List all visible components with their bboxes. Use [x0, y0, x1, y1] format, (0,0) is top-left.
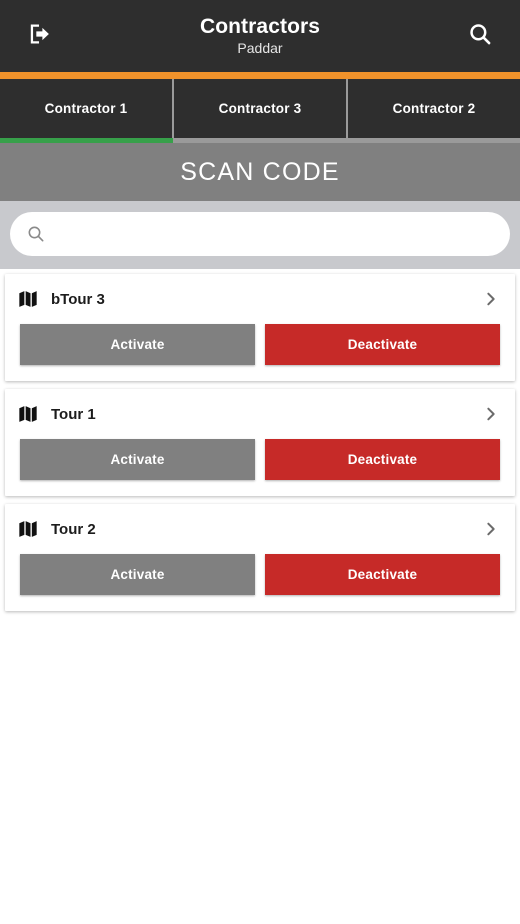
scan-code-button[interactable]: SCAN CODE [0, 143, 520, 201]
map-icon [17, 518, 39, 540]
accent-bar [0, 72, 520, 79]
list-item: Tour 2 Activate Deactivate [5, 504, 515, 611]
tour-title: bTour 3 [51, 290, 105, 308]
search-input[interactable] [54, 211, 494, 257]
deactivate-button[interactable]: Deactivate [265, 324, 500, 365]
tour-title: Tour 2 [51, 520, 96, 538]
page-title: Contractors [199, 15, 321, 39]
tour-row-header[interactable]: Tour 2 [5, 504, 515, 554]
tab-label: Contractor 1 [44, 101, 128, 116]
tab-list: Contractor 1 Contractor 3 Contractor 2 [0, 79, 520, 138]
map-icon [17, 403, 39, 425]
tab-label: Contractor 3 [218, 101, 302, 116]
tab-bar: Contractor 1 Contractor 3 Contractor 2 [0, 79, 520, 143]
tour-list: bTour 3 Activate Deactivate Tour 1 Activ… [0, 269, 520, 924]
chevron-right-icon[interactable] [481, 404, 501, 424]
list-item: bTour 3 Activate Deactivate [5, 274, 515, 381]
tab-contractor-3[interactable]: Contractor 3 [172, 79, 346, 138]
chevron-right-icon[interactable] [481, 519, 501, 539]
page-subtitle: Paddar [237, 40, 283, 57]
search-bar-container [0, 201, 520, 269]
scan-code-label: SCAN CODE [180, 157, 340, 186]
activate-button[interactable]: Activate [20, 554, 255, 595]
tour-title: Tour 1 [51, 405, 96, 423]
tour-actions: Activate Deactivate [5, 554, 515, 611]
search-icon [26, 224, 46, 244]
chevron-right-icon[interactable] [481, 289, 501, 309]
tab-contractor-2[interactable]: Contractor 2 [346, 79, 520, 138]
tab-label: Contractor 2 [392, 101, 476, 116]
search-icon [467, 21, 493, 52]
sign-out-icon [27, 21, 53, 52]
deactivate-button[interactable]: Deactivate [265, 554, 500, 595]
app-bar: Contractors Paddar [0, 0, 520, 72]
deactivate-button[interactable]: Deactivate [265, 439, 500, 480]
tour-actions: Activate Deactivate [5, 324, 515, 381]
activate-button[interactable]: Activate [20, 324, 255, 365]
map-icon [17, 288, 39, 310]
tour-row-header[interactable]: Tour 1 [5, 389, 515, 439]
tab-contractor-1[interactable]: Contractor 1 [0, 79, 172, 138]
tour-actions: Activate Deactivate [5, 439, 515, 496]
app-bar-titles: Contractors Paddar [64, 15, 456, 56]
logout-button[interactable] [16, 12, 64, 60]
tour-row-header[interactable]: bTour 3 [5, 274, 515, 324]
search-button[interactable] [456, 12, 504, 60]
app-root: Contractors Paddar Contractor 1 Contract… [0, 0, 520, 924]
search-box[interactable] [10, 211, 510, 257]
activate-button[interactable]: Activate [20, 439, 255, 480]
list-item: Tour 1 Activate Deactivate [5, 389, 515, 496]
